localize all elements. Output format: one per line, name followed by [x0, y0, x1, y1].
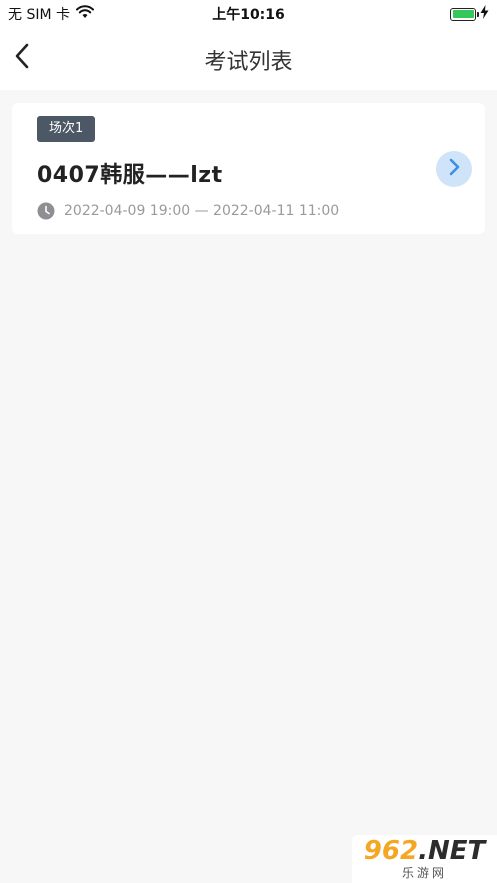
- exam-time-range: 2022-04-09 19:00 — 2022-04-11 11:00: [64, 203, 340, 219]
- watermark-subtitle: 乐游网: [401, 865, 447, 880]
- session-badge: 场次1: [37, 116, 96, 142]
- exam-title: 0407韩服——lzt: [37, 163, 223, 188]
- battery-icon: [450, 7, 479, 21]
- watermark-logo: 962.NET 乐游网: [352, 835, 497, 883]
- watermark-suffix: .NET: [418, 835, 486, 866]
- status-time: 上午10:16: [212, 7, 285, 23]
- page-title: 考试列表: [204, 50, 293, 75]
- status-bar: 无 SIM 卡 上午10:16: [0, 0, 497, 26]
- charging-icon: [480, 5, 489, 23]
- exam-time: 2022-04-09 19:00 — 2022-04-11 11:00: [37, 202, 339, 220]
- chevron-right-icon: [448, 158, 460, 180]
- exam-card[interactable]: 场次1 0407韩服——lzt 2022-04-09 19:00 — 2022-…: [12, 103, 485, 234]
- watermark-number: 962: [363, 835, 419, 866]
- exam-list: 场次1 0407韩服——lzt 2022-04-09 19:00 — 2022-…: [12, 103, 485, 234]
- status-right: [450, 5, 489, 23]
- nav-bar: 考试列表: [0, 26, 497, 90]
- exam-enter-button[interactable]: [436, 151, 472, 187]
- battery-level: [452, 10, 474, 18]
- clock-icon: [37, 202, 55, 220]
